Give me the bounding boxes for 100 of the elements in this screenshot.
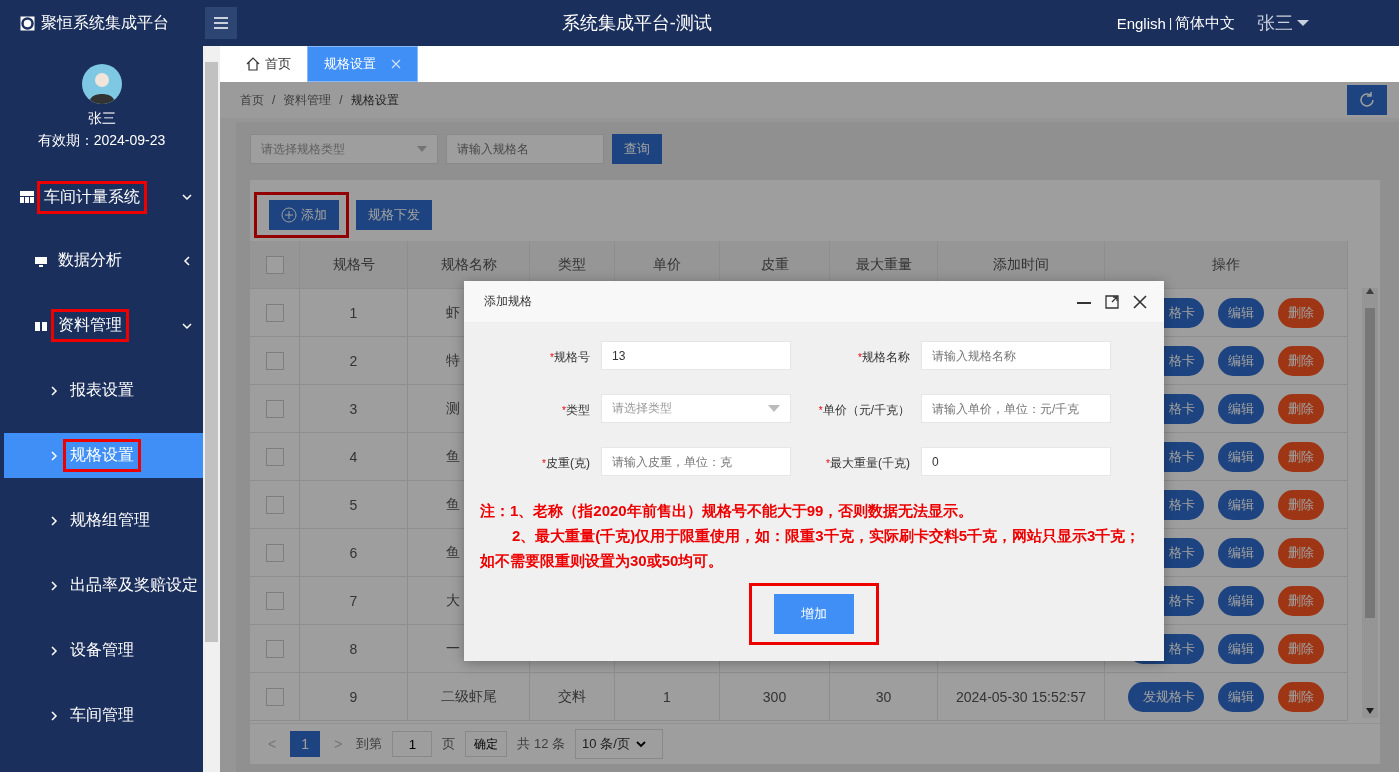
refresh-button[interactable] — [1347, 85, 1387, 115]
breadcrumb-link[interactable]: 资料管理 — [283, 91, 332, 109]
checkbox[interactable] — [265, 303, 284, 322]
checkbox[interactable] — [265, 687, 284, 706]
scrollbar-thumb[interactable] — [205, 62, 218, 642]
grid-icon — [20, 190, 34, 204]
table-cell: 5 — [349, 496, 358, 513]
maximize-icon[interactable] — [1104, 293, 1120, 310]
field-label: *类型 — [561, 402, 590, 419]
breadcrumb-link[interactable]: 首页 — [240, 91, 264, 109]
issue-card-button[interactable]: 发规格卡 — [1128, 681, 1204, 712]
page-size-select[interactable]: 10 条/页 — [575, 729, 664, 759]
add-button[interactable]: 添加 — [269, 199, 339, 230]
logo-icon — [20, 15, 35, 31]
scroll-up-icon[interactable] — [1366, 288, 1374, 294]
language-link[interactable]: English — [1116, 14, 1166, 32]
edit-button[interactable]: 编辑 — [1218, 297, 1264, 328]
delete-button[interactable]: 删除 — [1278, 345, 1324, 376]
sidebar-menu-item[interactable]: 车间计量系统 — [0, 166, 203, 228]
input-field[interactable]: 请输入皮重，单位：克 — [601, 447, 791, 476]
delete-button[interactable]: 删除 — [1278, 297, 1324, 328]
menu-button[interactable] — [205, 7, 237, 39]
field-label: *规格名称 — [857, 349, 910, 366]
table-cell: 30 — [875, 688, 892, 705]
table-cell: 交料 — [558, 687, 586, 706]
confirm-button[interactable]: 确定 — [465, 731, 508, 757]
delete-button[interactable]: 删除 — [1278, 585, 1324, 616]
field-label: *皮重(克) — [541, 455, 590, 472]
column-header: 最大重量 — [855, 255, 912, 274]
validity-date: 有效期：2024-09-23 — [37, 132, 166, 150]
delete-button[interactable]: 删除 — [1278, 537, 1324, 568]
input-field[interactable]: 13 — [601, 341, 791, 370]
chevron-right-icon — [50, 385, 58, 396]
caret-icon — [1297, 19, 1309, 27]
checkbox[interactable] — [265, 399, 284, 418]
chevron-right-icon — [50, 710, 58, 721]
type-select[interactable]: 请选择类型 — [601, 394, 791, 423]
page-input[interactable]: 1 — [392, 731, 433, 757]
menu-icon — [214, 17, 228, 29]
search-button[interactable]: 查询 — [612, 134, 662, 164]
checkbox[interactable] — [265, 591, 284, 610]
sidebar-menu-item[interactable]: 报表设置 — [0, 358, 203, 423]
chevron-down-icon — [181, 191, 193, 203]
breadcrumb-link[interactable]: 规格设置 — [350, 91, 399, 109]
page-tab[interactable]: 规格设置 — [307, 46, 418, 82]
delete-button[interactable]: 删除 — [1278, 489, 1324, 520]
checkbox[interactable] — [265, 351, 284, 370]
checkbox[interactable] — [265, 495, 284, 514]
table-cell: 2024-05-30 15:52:57 — [956, 688, 1086, 705]
sidebar-menu-item[interactable]: 资料管理 — [0, 293, 203, 358]
column-header: 单价 — [653, 255, 681, 274]
edit-button[interactable]: 编辑 — [1218, 345, 1264, 376]
input-field[interactable]: 请输入单价，单位：元/千克 — [921, 394, 1111, 423]
table-cell: 鱼 — [446, 543, 460, 562]
checkbox[interactable] — [265, 543, 284, 562]
sidebar-menu-item[interactable]: 规格设置 — [4, 433, 203, 478]
sidebar-menu-item[interactable]: 设备管理 — [0, 618, 203, 683]
edit-button[interactable]: 编辑 — [1218, 489, 1264, 520]
edit-button[interactable]: 编辑 — [1218, 681, 1264, 712]
edit-button[interactable]: 编辑 — [1218, 537, 1264, 568]
close-icon[interactable] — [1132, 293, 1148, 310]
user-name: 张三 — [87, 110, 116, 128]
sidebar-menu-item[interactable]: 出品率及奖赔设定 — [0, 553, 203, 618]
delete-button[interactable]: 删除 — [1278, 441, 1324, 472]
scroll-down-icon[interactable] — [1366, 708, 1374, 714]
breadcrumb-separator: / — [339, 93, 343, 107]
chevron-right-icon — [50, 580, 58, 591]
table-cell: 测 — [446, 399, 460, 418]
page-button[interactable]: 1 — [290, 731, 321, 757]
edit-button[interactable]: 编辑 — [1218, 393, 1264, 424]
sidebar-menu-item[interactable]: 车间管理 — [0, 683, 203, 748]
table-cell: 一 — [446, 639, 460, 658]
sidebar-menu-item[interactable]: 数据分析 — [0, 228, 203, 293]
checkbox[interactable] — [265, 447, 284, 466]
sidebar-menu-item[interactable]: 规格组管理 — [0, 488, 203, 553]
language-link[interactable]: 简体中文 — [1175, 13, 1235, 33]
edit-button[interactable]: 编辑 — [1218, 441, 1264, 472]
column-header: 添加时间 — [993, 255, 1049, 274]
edit-button[interactable]: 编辑 — [1218, 633, 1264, 664]
delete-button[interactable]: 删除 — [1278, 393, 1324, 424]
name-input[interactable]: 请输入规格名 — [446, 134, 604, 164]
delete-button[interactable]: 删除 — [1278, 633, 1324, 664]
table-cell: 鱼 — [446, 447, 460, 466]
table-cell: 二级虾尾 — [440, 687, 497, 706]
checkbox[interactable] — [265, 255, 284, 274]
input-field[interactable]: 请输入规格名称 — [921, 341, 1111, 370]
input-field[interactable]: 0 — [921, 447, 1111, 476]
delete-button[interactable]: 删除 — [1278, 681, 1324, 712]
edit-button[interactable]: 编辑 — [1218, 585, 1264, 616]
column-header: 皮重 — [760, 255, 789, 274]
scrollbar-thumb[interactable] — [1365, 308, 1375, 618]
page-title: 系统集成平台-测试 — [561, 13, 712, 33]
breadcrumb-separator: / — [272, 93, 276, 107]
type-select[interactable]: 请选择规格类型 — [250, 134, 438, 164]
distribute-button[interactable]: 规格下发 — [356, 199, 432, 230]
checkbox[interactable] — [265, 639, 284, 658]
page-unit: 页 — [442, 735, 456, 753]
add-button[interactable]: 增加 — [774, 594, 854, 634]
app-name: 聚恒系统集成平台 — [41, 12, 169, 33]
user-menu[interactable]: 张三 — [1257, 11, 1293, 35]
